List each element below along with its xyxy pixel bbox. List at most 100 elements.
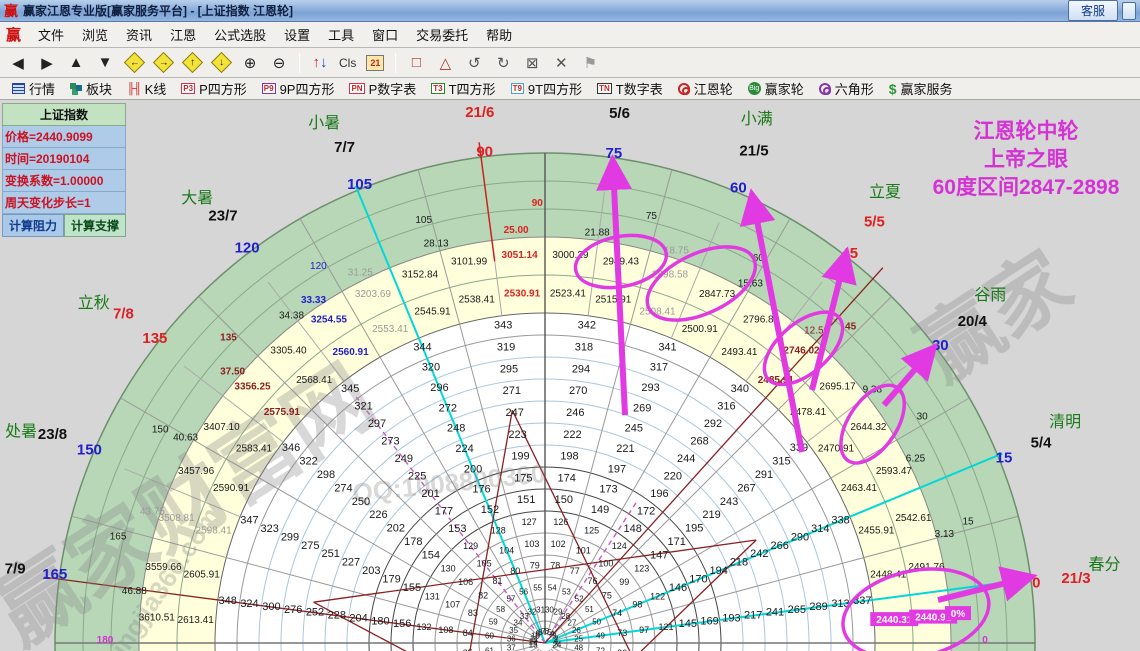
view-button-六角形[interactable]: 六角形 — [813, 79, 880, 98]
menu-item-1[interactable]: 浏览 — [73, 22, 117, 47]
svg-text:120: 120 — [310, 261, 327, 272]
xbox-icon[interactable]: ⊠ — [520, 51, 544, 75]
clipped-caption-button[interactable] — [1122, 1, 1136, 20]
tri-up-icon[interactable]: ▲ — [64, 51, 88, 75]
svg-text:2542.61: 2542.61 — [895, 513, 932, 524]
view-button-行情[interactable]: 行情 — [6, 79, 61, 98]
svg-text:122: 122 — [650, 591, 665, 601]
svg-text:154: 154 — [422, 549, 440, 561]
svg-text:198: 198 — [560, 451, 578, 463]
menu-item-5[interactable]: 设置 — [275, 22, 319, 47]
view-button-T四方形[interactable]: T3 T四方形 — [425, 79, 501, 98]
zoom-out-icon[interactable]: ⊖ — [267, 51, 291, 75]
svg-text:291: 291 — [755, 469, 773, 481]
svg-text:172: 172 — [637, 505, 655, 517]
dia-down-icon[interactable]: ↓ — [209, 51, 233, 75]
winner-wheel-icon: Big — [747, 82, 761, 95]
svg-text:59: 59 — [489, 618, 498, 627]
svg-text:292: 292 — [704, 418, 722, 430]
zoom-in-icon[interactable]: ⊕ — [238, 51, 262, 75]
dia-left-icon[interactable]: ← — [122, 51, 146, 75]
svg-text:61: 61 — [485, 646, 494, 651]
svg-text:49: 49 — [596, 632, 605, 641]
calendar-icon[interactable]: 21 — [363, 51, 387, 75]
svg-text:221: 221 — [616, 443, 634, 455]
view-button-P四方形[interactable]: P3 P四方形 — [175, 79, 252, 98]
rotate-ccw-icon[interactable]: ↺ — [462, 51, 486, 75]
svg-text:249: 249 — [395, 453, 413, 465]
svg-text:80: 80 — [510, 566, 520, 576]
view-button-板块[interactable]: 板块 — [64, 79, 118, 98]
view-button-K线[interactable]: ╟╢ K线 — [121, 79, 172, 98]
menu-item-6[interactable]: 工具 — [319, 22, 363, 47]
dia-up-icon[interactable]: ↑ — [180, 51, 204, 75]
forward-icon[interactable]: ▶ — [35, 51, 59, 75]
svg-text:108: 108 — [438, 625, 453, 635]
tri-down-icon[interactable]: ▼ — [93, 51, 117, 75]
view-button-P数字表[interactable]: PN P数字表 — [343, 79, 422, 98]
svg-text:21.88: 21.88 — [585, 227, 610, 238]
svg-text:343: 343 — [494, 320, 512, 332]
svg-text:347: 347 — [240, 515, 258, 527]
svg-text:146: 146 — [669, 582, 687, 594]
svg-text:174: 174 — [558, 472, 576, 484]
menu-item-3[interactable]: 江恩 — [161, 22, 205, 47]
triangle-icon[interactable]: △ — [433, 51, 457, 75]
svg-text:201: 201 — [421, 488, 439, 500]
svg-text:30: 30 — [932, 337, 949, 354]
table-icon — [12, 83, 25, 94]
svg-text:5/6: 5/6 — [609, 105, 630, 122]
svg-text:105: 105 — [347, 176, 372, 193]
svg-text:2538.41: 2538.41 — [459, 295, 496, 306]
cls-icon[interactable]: Cls — [337, 51, 358, 75]
dia-right-icon[interactable]: → — [151, 51, 175, 75]
svg-text:289: 289 — [809, 601, 827, 613]
svg-text:2463.41: 2463.41 — [841, 483, 878, 494]
menu-item-8[interactable]: 交易委托 — [407, 22, 477, 47]
svg-text:58: 58 — [496, 605, 505, 614]
calc-support-button[interactable]: 计算支撑 — [64, 214, 126, 237]
xcross-icon[interactable]: ✕ — [549, 51, 573, 75]
svg-text:271: 271 — [503, 385, 521, 397]
view-button-赢家服务[interactable]: $ 赢家服务 — [883, 79, 959, 98]
square-icon[interactable]: □ — [404, 51, 428, 75]
svg-text:193: 193 — [722, 613, 740, 625]
rotate-cw-icon[interactable]: ↻ — [491, 51, 515, 75]
calc-resistance-button[interactable]: 计算阻力 — [2, 214, 64, 237]
svg-text:90: 90 — [532, 198, 544, 209]
flag-icon[interactable]: ⚑ — [578, 51, 602, 75]
menu-item-9[interactable]: 帮助 — [477, 22, 521, 47]
updown-icon[interactable]: ↑↓ — [308, 51, 332, 75]
customer-service-button[interactable]: 客服 — [1067, 0, 1118, 21]
svg-text:131: 131 — [425, 591, 440, 601]
svg-text:90: 90 — [476, 144, 493, 161]
menu-item-0[interactable]: 文件 — [29, 22, 73, 47]
svg-text:105: 105 — [477, 559, 492, 569]
svg-text:34.38: 34.38 — [279, 311, 304, 322]
title-bar: 赢 赢家江恩专业版[赢家服务平台] - [上证指数 江恩轮] 客服 — [0, 0, 1140, 22]
view-button-赢家轮[interactable]: Big 赢家轮 — [742, 79, 810, 98]
symbol-name: 上证指数 — [2, 103, 126, 126]
menu-item-4[interactable]: 公式选股 — [205, 22, 275, 47]
svg-text:97: 97 — [639, 625, 649, 635]
svg-text:101: 101 — [576, 546, 591, 556]
view-button-9P四方形[interactable]: P9 9P四方形 — [256, 79, 341, 98]
view-button-T数字表[interactable]: TN T数字表 — [591, 79, 669, 98]
wheel-icon — [677, 82, 690, 95]
view-button-9T四方形[interactable]: T9 9T四方形 — [505, 79, 589, 98]
svg-text:6.25: 6.25 — [906, 453, 926, 464]
svg-text:227: 227 — [342, 557, 360, 569]
back-icon[interactable]: ◀ — [6, 51, 30, 75]
svg-text:清明: 清明 — [1049, 413, 1081, 431]
menu-item-2[interactable]: 资讯 — [117, 22, 161, 47]
svg-text:2515.91: 2515.91 — [595, 295, 632, 306]
svg-text:290: 290 — [791, 531, 809, 543]
svg-text:297: 297 — [368, 418, 386, 430]
quote-row-0: 价格=2440.9099 — [2, 126, 126, 148]
svg-text:处暑: 处暑 — [5, 422, 37, 440]
svg-text:立秋: 立秋 — [78, 294, 110, 312]
svg-text:2575.91: 2575.91 — [264, 407, 301, 418]
menu-item-7[interactable]: 窗口 — [363, 22, 407, 47]
view-button-江恩轮[interactable]: 江恩轮 — [672, 79, 739, 98]
svg-text:2644.32: 2644.32 — [850, 422, 887, 433]
